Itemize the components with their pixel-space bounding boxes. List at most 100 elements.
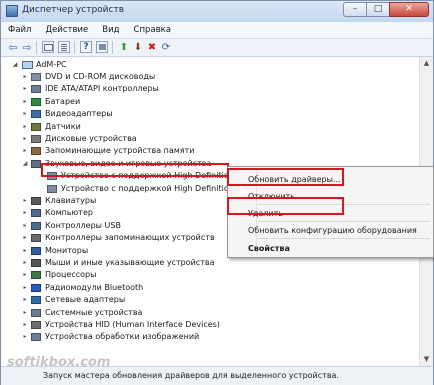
forward-arrow-icon[interactable]: ⇨ — [21, 41, 33, 54]
tree-item-label: Контроллеры запоминающих устройств — [45, 233, 215, 243]
tree-root[interactable]: ◢ AdM-PC — [11, 59, 311, 71]
expand-icon[interactable]: ▸ — [21, 220, 29, 232]
tree-item-label: Дисковые устройства — [45, 134, 137, 143]
tree-category-item[interactable]: ▸ IDE ATA/ATAPI контроллеры — [21, 83, 321, 95]
usb-controller-icon — [31, 221, 41, 230]
computer-icon — [31, 209, 41, 218]
keyboard-icon — [31, 197, 41, 205]
tree-category-item[interactable]: ▸ DVD и CD-ROM дисководы — [21, 71, 321, 83]
expand-icon[interactable]: ▸ — [21, 282, 29, 294]
status-text: Запуск мастера обновления драйверов для … — [43, 371, 339, 380]
tree-item-label: Процессоры — [45, 270, 97, 280]
tree-item-label: Запоминающие устройства памяти — [45, 146, 195, 156]
tree-item-label: Компьютер — [45, 208, 93, 218]
tree-category-item[interactable]: ▸ Батареи — [21, 96, 321, 108]
menu-bar: Файл Действие Вид Справка — [1, 22, 433, 39]
tree-item-label: Сетевые адаптеры — [45, 295, 126, 305]
uninstall-device-icon[interactable]: ✖ — [146, 41, 158, 53]
dvd-drive-icon — [31, 73, 41, 81]
tree-category-item[interactable]: ▸ Радиомодули Bluetooth — [21, 282, 321, 294]
collapse-icon[interactable]: ◢ — [11, 59, 19, 71]
tree-item-label: Батареи — [45, 96, 81, 106]
expand-icon[interactable]: ▸ — [21, 83, 29, 95]
toolbar-separator — [112, 41, 113, 54]
tree-category-item[interactable]: ▸ Дисковые устройства — [21, 133, 321, 145]
disk-drive-icon — [31, 135, 41, 143]
watermark: softikbox.com — [7, 355, 111, 370]
sound-device-icon — [31, 159, 41, 168]
menu-action[interactable]: Действие — [38, 22, 95, 38]
context-properties[interactable]: Свойства — [248, 244, 290, 253]
expand-icon[interactable]: ▸ — [21, 133, 29, 145]
bluetooth-icon — [31, 283, 41, 292]
expand-icon[interactable]: ▸ — [21, 269, 29, 281]
title-bar[interactable]: Диспетчер устройств – □ ✕ — [1, 1, 433, 23]
expand-icon[interactable]: ▸ — [21, 257, 29, 269]
expand-icon[interactable]: ▸ — [21, 232, 29, 244]
expand-icon[interactable]: ▸ — [21, 307, 29, 319]
tree-item-label: IDE ATA/ATAPI контроллеры — [45, 84, 159, 94]
tree-item-label: Мыши и иные указывающие устройства — [45, 258, 215, 267]
processor-icon — [31, 271, 41, 280]
monitor-icon — [31, 246, 41, 255]
tree-item-label: Устройства HID (Human Interface Devices) — [45, 320, 220, 329]
expand-icon[interactable]: ▸ — [21, 245, 29, 257]
tree-item-label: Системные устройства — [45, 307, 143, 317]
display-adapter-icon — [31, 110, 41, 119]
tree-category-item[interactable]: ▸ Мыши и иные указывающие устройства — [21, 257, 321, 269]
expand-icon[interactable]: ◢ — [21, 158, 29, 170]
menu-file[interactable]: Файл — [1, 22, 38, 38]
tree-item-label: Датчики — [45, 121, 81, 131]
system-device-icon — [31, 308, 41, 317]
toolbar-separator — [36, 41, 37, 54]
uninstall-highlight-frame — [227, 197, 344, 215]
imaging-device-icon — [31, 333, 41, 342]
computer-view-icon[interactable] — [42, 41, 54, 53]
tree-item-label: Устройство с поддержкой High Definition … — [61, 183, 255, 193]
tree-category-item[interactable]: ▸ Процессоры — [21, 269, 321, 281]
audio-device-icon — [47, 184, 57, 193]
expand-icon[interactable]: ▸ — [21, 207, 29, 219]
hid-device-icon — [31, 321, 41, 329]
disable-device-icon[interactable]: ⬇ — [132, 41, 144, 53]
tree-category-item[interactable]: ▸ Сетевые адаптеры — [21, 294, 321, 306]
tree-category-item[interactable]: ▸ Датчики — [21, 121, 321, 133]
tree-item-label: Радиомодули Bluetooth — [45, 282, 144, 292]
tree-category-item[interactable]: ▸ Системные устройства — [21, 307, 321, 319]
scroll-down-arrow-icon[interactable]: ▼ — [420, 353, 433, 366]
close-button[interactable]: ✕ — [389, 2, 429, 17]
window-controls: – □ ✕ — [343, 2, 429, 18]
expand-icon[interactable]: ▸ — [21, 294, 29, 306]
scroll-up-arrow-icon[interactable]: ▲ — [420, 57, 433, 70]
expand-icon[interactable]: ▸ — [21, 331, 29, 343]
expand-icon[interactable]: ▸ — [21, 71, 29, 83]
tree-category-item[interactable]: ▸ Устройства обработки изображений — [21, 331, 321, 343]
expand-icon[interactable]: ▸ — [21, 121, 29, 133]
expand-icon[interactable]: ▸ — [21, 145, 29, 157]
update-driver-icon[interactable]: ⬆ — [118, 41, 130, 53]
expand-icon[interactable]: ▸ — [21, 108, 29, 120]
context-menu-separator — [258, 221, 430, 222]
scan-hardware-icon[interactable]: ⟳ — [160, 41, 172, 53]
network-adapter-icon — [31, 296, 41, 305]
expand-icon[interactable]: ▸ — [21, 96, 29, 108]
minimize-button[interactable]: – — [343, 2, 367, 17]
context-scan-hardware[interactable]: Обновить конфигурацию оборудования — [248, 226, 417, 235]
menu-view[interactable]: Вид — [95, 22, 126, 38]
memory-device-icon — [31, 147, 41, 156]
help-icon[interactable]: ? — [80, 41, 92, 53]
maximize-button[interactable]: □ — [367, 2, 389, 17]
ide-controller-icon — [31, 85, 41, 94]
tree-category-item[interactable]: ▸ Видеоадаптеры — [21, 108, 321, 120]
tree-item-label: Клавиатуры — [45, 196, 97, 205]
tree-category-item[interactable]: ▸ Запоминающие устройства памяти — [21, 145, 321, 157]
sensor-icon — [31, 122, 41, 131]
device-view-icon[interactable] — [96, 41, 108, 53]
back-arrow-icon[interactable]: ⇦ — [7, 41, 19, 54]
expand-icon[interactable]: ▸ — [21, 319, 29, 331]
tree-category-item[interactable]: ▸ Устройства HID (Human Interface Devices… — [21, 319, 321, 331]
expand-icon[interactable]: ▸ — [21, 195, 29, 207]
device-manager-app-icon — [6, 5, 18, 17]
menu-help[interactable]: Справка — [127, 22, 178, 38]
properties-icon[interactable] — [58, 41, 70, 53]
